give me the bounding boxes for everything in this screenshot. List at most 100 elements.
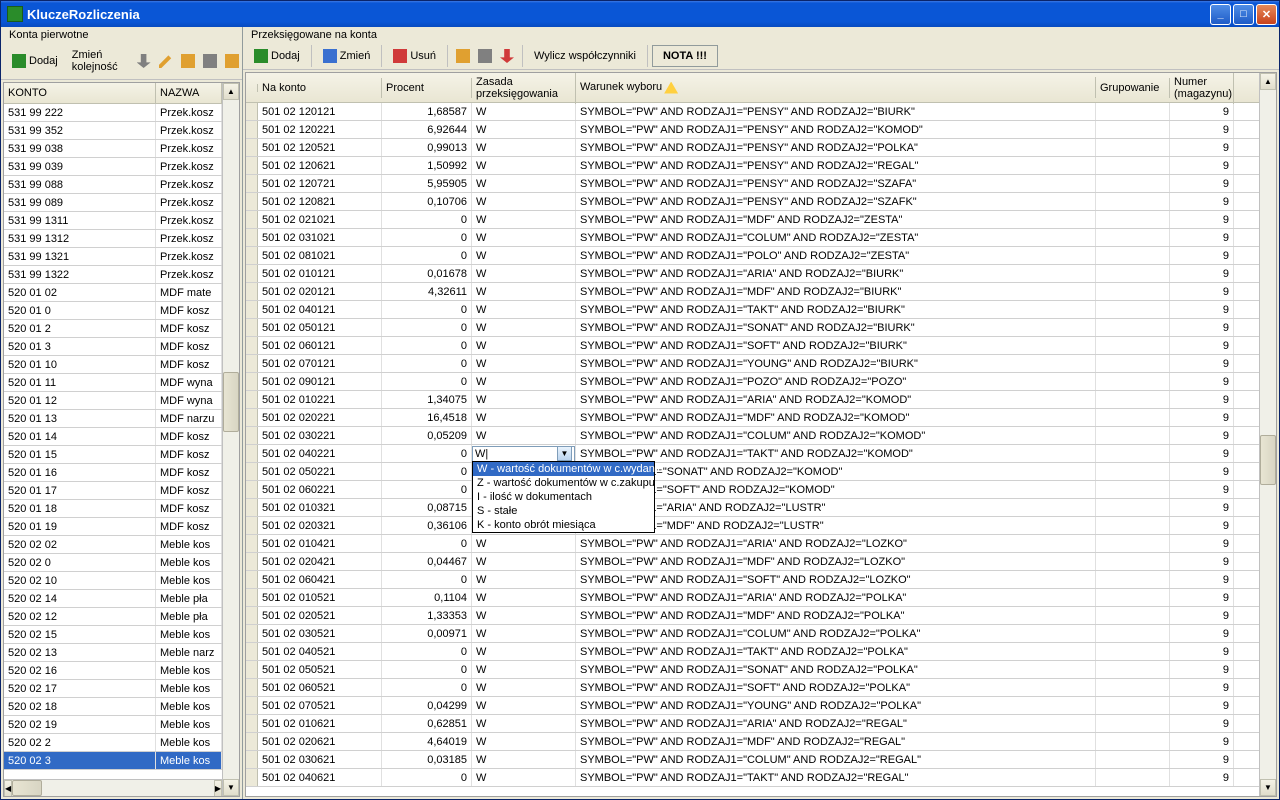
- zasada-dropdown-list[interactable]: W - wartość dokumentów w c.wydaniaZ - wa…: [472, 461, 655, 533]
- left-grid-row[interactable]: 520 01 14MDF kosz: [4, 428, 222, 446]
- right-grid-row[interactable]: 501 02 120821 0,10706 W SYMBOL="PW" AND …: [246, 193, 1259, 211]
- right-grid-row[interactable]: 501 02 020421 0,04467 W SYMBOL="PW" AND …: [246, 553, 1259, 571]
- right-tool-down[interactable]: [496, 45, 518, 67]
- right-col-grup[interactable]: Grupowanie: [1096, 78, 1170, 98]
- dropdown-item[interactable]: Z - wartość dokumentów w c.zakupu: [473, 476, 654, 490]
- right-add-button[interactable]: Dodaj: [247, 45, 307, 67]
- left-grid-row[interactable]: 520 02 10Meble kos: [4, 572, 222, 590]
- left-grid-row[interactable]: 520 01 0MDF kosz: [4, 302, 222, 320]
- left-grid-row[interactable]: 531 99 088Przek.kosz: [4, 176, 222, 194]
- right-col-konto[interactable]: Na konto: [258, 78, 382, 98]
- maximize-button[interactable]: □: [1233, 4, 1254, 25]
- right-grid-body[interactable]: 501 02 120121 1,68587 W SYMBOL="PW" AND …: [246, 103, 1259, 796]
- left-tool-edit[interactable]: [155, 50, 177, 72]
- right-grid-row[interactable]: 501 02 060121 0 W SYMBOL="PW" AND RODZAJ…: [246, 337, 1259, 355]
- left-grid-row[interactable]: 520 02 2Meble kos: [4, 734, 222, 752]
- right-grid-row[interactable]: 501 02 050521 0 W SYMBOL="PW" AND RODZAJ…: [246, 661, 1259, 679]
- left-grid-row[interactable]: 520 02 0Meble kos: [4, 554, 222, 572]
- left-grid-row[interactable]: 520 01 12MDF wyna: [4, 392, 222, 410]
- right-grid-row[interactable]: 501 02 020221 16,4518 W SYMBOL="PW" AND …: [246, 409, 1259, 427]
- right-grid-row[interactable]: 501 02 120521 0,99013 W SYMBOL="PW" AND …: [246, 139, 1259, 157]
- left-tool-brush[interactable]: [177, 50, 199, 72]
- left-grid-row[interactable]: 520 02 3Meble kos: [4, 752, 222, 770]
- left-grid-row[interactable]: 520 01 15MDF kosz: [4, 446, 222, 464]
- right-grid-row[interactable]: 501 02 060421 0 W SYMBOL="PW" AND RODZAJ…: [246, 571, 1259, 589]
- right-grid-row[interactable]: 501 02 050221 0 AND RODZAJ1="SONAT" AND …: [246, 463, 1259, 481]
- dropdown-arrow-icon[interactable]: ▼: [557, 446, 572, 461]
- left-grid-row[interactable]: 520 01 10MDF kosz: [4, 356, 222, 374]
- right-grid-row[interactable]: 501 02 090121 0 W SYMBOL="PW" AND RODZAJ…: [246, 373, 1259, 391]
- left-grid-row[interactable]: 520 01 16MDF kosz: [4, 464, 222, 482]
- left-grid-row[interactable]: 520 02 18Meble kos: [4, 698, 222, 716]
- left-grid-row[interactable]: 520 01 18MDF kosz: [4, 500, 222, 518]
- right-grid-row[interactable]: 501 02 031021 0 W SYMBOL="PW" AND RODZAJ…: [246, 229, 1259, 247]
- left-grid-row[interactable]: 531 99 1322Przek.kosz: [4, 266, 222, 284]
- right-grid-row[interactable]: 501 02 020121 4,32611 W SYMBOL="PW" AND …: [246, 283, 1259, 301]
- right-grid-row[interactable]: 501 02 010221 1,34075 W SYMBOL="PW" AND …: [246, 391, 1259, 409]
- left-grid-row[interactable]: 520 01 19MDF kosz: [4, 518, 222, 536]
- right-grid-row[interactable]: 501 02 040221 0 W| ▼ W - wartość dokumen…: [246, 445, 1259, 463]
- right-grid-row[interactable]: 501 02 020521 1,33353 W SYMBOL="PW" AND …: [246, 607, 1259, 625]
- left-grid-row[interactable]: 520 01 02MDF mate: [4, 284, 222, 302]
- left-grid-row[interactable]: 531 99 039Przek.kosz: [4, 158, 222, 176]
- left-col-konto[interactable]: KONTO: [4, 83, 156, 103]
- left-h-scrollbar[interactable]: ◀ ▶: [4, 779, 222, 796]
- right-grid-row[interactable]: 501 02 120721 5,95905 W SYMBOL="PW" AND …: [246, 175, 1259, 193]
- left-grid-row[interactable]: 531 99 089Przek.kosz: [4, 194, 222, 212]
- right-grid-row[interactable]: 501 02 081021 0 W SYMBOL="PW" AND RODZAJ…: [246, 247, 1259, 265]
- left-add-button[interactable]: Dodaj: [5, 50, 65, 72]
- left-tool-hand[interactable]: [221, 50, 243, 72]
- right-calc-button[interactable]: Wylicz współczynniki: [527, 46, 643, 66]
- left-grid-row[interactable]: 520 02 12Meble pła: [4, 608, 222, 626]
- right-grid-row[interactable]: 501 02 030521 0,00971 W SYMBOL="PW" AND …: [246, 625, 1259, 643]
- left-grid-row[interactable]: 531 99 1311Przek.kosz: [4, 212, 222, 230]
- right-col-zasada[interactable]: Zasada przeksięgowania: [472, 72, 576, 104]
- right-grid-row[interactable]: 501 02 070521 0,04299 W SYMBOL="PW" AND …: [246, 697, 1259, 715]
- left-grid-row[interactable]: 531 99 1321Przek.kosz: [4, 248, 222, 266]
- right-delete-button[interactable]: Usuń: [386, 45, 443, 67]
- left-grid-row[interactable]: 531 99 038Przek.kosz: [4, 140, 222, 158]
- right-col-numer[interactable]: Numer (magazynu): [1170, 72, 1234, 104]
- right-grid-row[interactable]: 501 02 060521 0 W SYMBOL="PW" AND RODZAJ…: [246, 679, 1259, 697]
- right-tool-print[interactable]: [474, 45, 496, 67]
- close-button[interactable]: ✕: [1256, 4, 1277, 25]
- left-v-scrollbar[interactable]: ▲ ▼: [222, 83, 239, 796]
- scroll-down-button[interactable]: ▼: [223, 779, 239, 796]
- zasada-dropdown[interactable]: W| ▼ W - wartość dokumentów w c.wydaniaZ…: [472, 446, 575, 462]
- right-grid-row[interactable]: 501 02 070121 0 W SYMBOL="PW" AND RODZAJ…: [246, 355, 1259, 373]
- scroll-up-button[interactable]: ▲: [223, 83, 239, 100]
- left-grid-row[interactable]: 520 02 02Meble kos: [4, 536, 222, 554]
- scroll-left-button[interactable]: ◀: [4, 780, 12, 797]
- dropdown-item[interactable]: K - konto obrót miesiąca: [473, 518, 654, 532]
- right-grid[interactable]: Na konto Procent Zasada przeksięgowania …: [245, 72, 1277, 797]
- right-grid-row[interactable]: 501 02 030221 0,05209 W SYMBOL="PW" AND …: [246, 427, 1259, 445]
- right-grid-row[interactable]: 501 02 010621 0,62851 W SYMBOL="PW" AND …: [246, 715, 1259, 733]
- right-grid-row[interactable]: 501 02 010521 0,1104 W SYMBOL="PW" AND R…: [246, 589, 1259, 607]
- left-grid-row[interactable]: 520 02 13Meble narz: [4, 644, 222, 662]
- right-grid-row[interactable]: 501 02 010121 0,01678 W SYMBOL="PW" AND …: [246, 265, 1259, 283]
- left-grid-row[interactable]: 531 99 352Przek.kosz: [4, 122, 222, 140]
- left-grid-row[interactable]: 520 02 14Meble pła: [4, 590, 222, 608]
- left-col-nazwa[interactable]: NAZWA: [156, 83, 222, 103]
- right-grid-row[interactable]: 501 02 060221 0 AND RODZAJ1="SOFT" AND R…: [246, 481, 1259, 499]
- right-grid-row[interactable]: 501 02 010421 0 W SYMBOL="PW" AND RODZAJ…: [246, 535, 1259, 553]
- right-col-procent[interactable]: Procent: [382, 78, 472, 98]
- scroll-right-button[interactable]: ▶: [214, 780, 222, 797]
- scroll-down-button[interactable]: ▼: [1260, 779, 1276, 796]
- right-grid-row[interactable]: 501 02 020621 4,64019 W SYMBOL="PW" AND …: [246, 733, 1259, 751]
- left-grid-row[interactable]: 531 99 1312Przek.kosz: [4, 230, 222, 248]
- left-grid-row[interactable]: 520 01 11MDF wyna: [4, 374, 222, 392]
- minimize-button[interactable]: _: [1210, 4, 1231, 25]
- right-grid-row[interactable]: 501 02 030621 0,03185 W SYMBOL="PW" AND …: [246, 751, 1259, 769]
- right-grid-row[interactable]: 501 02 050121 0 W SYMBOL="PW" AND RODZAJ…: [246, 319, 1259, 337]
- dropdown-item[interactable]: S - stałe: [473, 504, 654, 518]
- right-grid-row[interactable]: 501 02 120621 1,50992 W SYMBOL="PW" AND …: [246, 157, 1259, 175]
- right-grid-row[interactable]: 501 02 020321 0,36106 AND RODZAJ1="MDF" …: [246, 517, 1259, 535]
- right-edit-button[interactable]: Zmień: [316, 45, 378, 67]
- left-tool-x[interactable]: [199, 50, 221, 72]
- right-grid-row[interactable]: 501 02 040121 0 W SYMBOL="PW" AND RODZAJ…: [246, 301, 1259, 319]
- left-grid-body[interactable]: 531 99 222Przek.kosz531 99 352Przek.kosz…: [4, 104, 222, 779]
- scroll-up-button[interactable]: ▲: [1260, 73, 1276, 90]
- left-grid-row[interactable]: 520 01 13MDF narzu: [4, 410, 222, 428]
- left-grid[interactable]: KONTO NAZWA 531 99 222Przek.kosz531 99 3…: [3, 82, 240, 797]
